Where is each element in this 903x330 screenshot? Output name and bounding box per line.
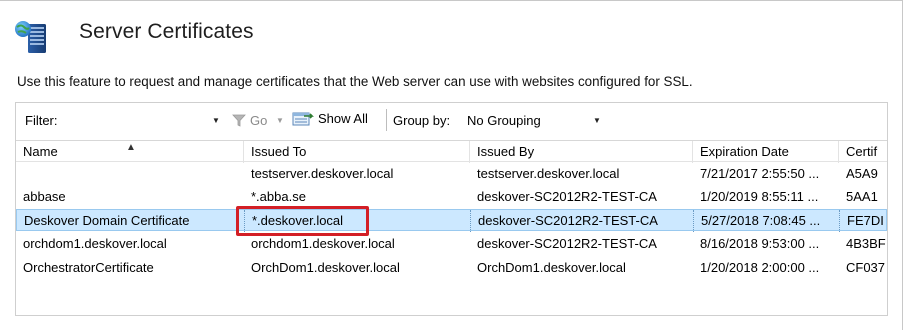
funnel-icon xyxy=(232,114,246,127)
group-by-label: Group by: xyxy=(393,113,451,128)
table-row[interactable]: abbase *.abba.se deskover-SC2012R2-TEST-… xyxy=(16,186,887,208)
filter-label: Filter: xyxy=(25,113,58,128)
column-header-name[interactable]: Name ▲ xyxy=(16,141,244,163)
show-all-button[interactable]: Show All xyxy=(292,110,368,127)
page-description: Use this feature to request and manage c… xyxy=(17,74,693,89)
go-button[interactable]: Go xyxy=(232,113,267,128)
table-row[interactable]: orchdom1.deskover.local orchdom1.deskove… xyxy=(16,233,887,255)
table-row[interactable]: OrchestratorCertificate OrchDom1.deskove… xyxy=(16,257,887,279)
go-label: Go xyxy=(250,113,268,128)
filter-input[interactable] xyxy=(69,109,211,131)
column-header-issued-to[interactable]: Issued To xyxy=(244,141,470,163)
group-by-select[interactable]: No Grouping xyxy=(467,113,541,128)
toolbar: Filter: ▼ Go ▼ Show All Group by: No Gro… xyxy=(16,103,887,138)
column-header-issued-by[interactable]: Issued By xyxy=(470,141,693,163)
certificates-panel: Filter: ▼ Go ▼ Show All Group by: No Gro… xyxy=(15,102,888,316)
toolbar-separator xyxy=(386,109,387,131)
page-title: Server Certificates xyxy=(79,20,254,43)
go-dropdown-arrow-icon[interactable]: ▼ xyxy=(276,116,284,125)
table-row[interactable]: testserver.deskover.local testserver.des… xyxy=(16,163,887,185)
column-header-certificate-hash[interactable]: Certif xyxy=(839,141,887,163)
filter-dropdown-arrow-icon[interactable]: ▼ xyxy=(212,116,220,125)
table-row-selected[interactable]: Deskover Domain Certificate *.deskover.l… xyxy=(16,209,887,232)
server-certificate-icon xyxy=(15,21,46,53)
table-header: Name ▲ Issued To Issued By Expiration Da… xyxy=(16,140,887,163)
group-by-dropdown-arrow-icon[interactable]: ▼ xyxy=(593,116,601,125)
sort-ascending-icon: ▲ xyxy=(126,142,136,153)
show-all-label: Show All xyxy=(318,111,368,126)
column-header-expiration-date[interactable]: Expiration Date xyxy=(693,141,839,163)
show-all-icon xyxy=(292,112,314,126)
